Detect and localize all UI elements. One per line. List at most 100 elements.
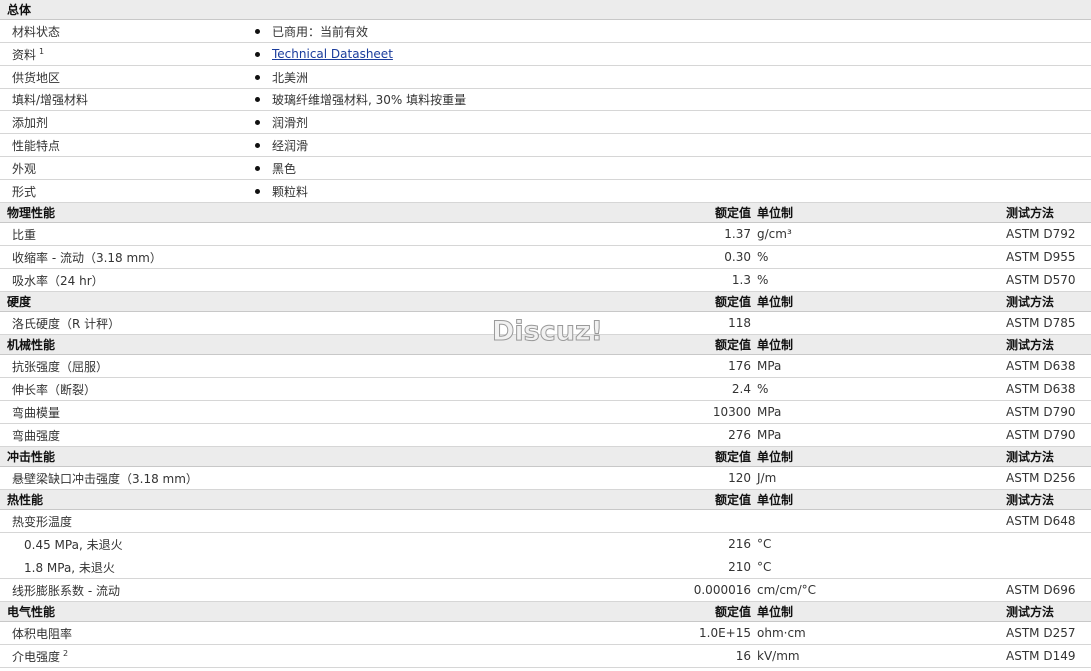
section-title: 物理性能 xyxy=(7,206,56,220)
row-value: 10300 xyxy=(712,405,751,419)
row-unit: % xyxy=(757,382,769,396)
nominal-column-header: 额定值 xyxy=(714,206,751,220)
row-label: 添加剂 xyxy=(12,115,49,130)
technical-datasheet-link[interactable]: Technical Datasheet xyxy=(272,47,393,61)
table-row: 资料 1 Technical Datasheet xyxy=(0,43,1091,66)
section-header-physical: 物理性能 额定值 单位制 测试方法 xyxy=(0,203,1091,223)
row-value: 1.0E+15 xyxy=(699,626,751,640)
row-value: 黑色 xyxy=(255,157,296,179)
row-label: 比重 xyxy=(12,227,37,242)
row-value: Technical Datasheet xyxy=(255,43,393,65)
row-label: 性能特点 xyxy=(12,138,61,153)
table-row: 添加剂 润滑剂 xyxy=(0,111,1091,134)
section-title: 总体 xyxy=(7,3,32,17)
table-row: 填料/增强材料 玻璃纤维增强材料, 30% 填料按重量 xyxy=(0,89,1091,111)
row-unit: MPa xyxy=(757,359,782,373)
row-method: ASTM D648 xyxy=(1006,514,1076,528)
footnote-marker: 2 xyxy=(63,648,69,658)
method-column-header: 测试方法 xyxy=(1006,206,1055,220)
section-header-impact: 冲击性能 额定值 单位制 测试方法 xyxy=(0,447,1091,467)
nominal-column-header: 额定值 xyxy=(714,450,751,464)
section-title: 硬度 xyxy=(7,295,32,309)
row-unit: °C xyxy=(757,560,772,574)
row-label: 形式 xyxy=(12,184,37,199)
row-value: 1.37 xyxy=(724,227,751,241)
row-unit: g/cm³ xyxy=(757,227,792,241)
table-row: 介电强度 2 16 kV/mm ASTM D149 xyxy=(0,645,1091,668)
row-method: ASTM D955 xyxy=(1006,250,1076,264)
row-value: 276 xyxy=(728,428,751,442)
row-label: 1.8 MPa, 未退火 xyxy=(24,560,115,575)
table-row: 0.45 MPa, 未退火 216 °C xyxy=(0,533,1091,556)
row-label: 资料 1 xyxy=(12,46,45,62)
section-title: 热性能 xyxy=(7,493,44,507)
row-label: 收缩率 - 流动（3.18 mm） xyxy=(12,250,162,265)
bullet-icon xyxy=(255,28,260,34)
row-method: ASTM D149 xyxy=(1006,649,1076,663)
row-unit: ohm·cm xyxy=(757,626,806,640)
unit-column-header: 单位制 xyxy=(757,206,794,220)
row-value: 216 xyxy=(728,537,751,551)
bullet-icon xyxy=(255,74,260,80)
table-row: 抗张强度（屈服） 176 MPa ASTM D638 xyxy=(0,355,1091,378)
row-method: ASTM D792 xyxy=(1006,227,1076,241)
unit-column-header: 单位制 xyxy=(757,493,794,507)
row-unit: J/m xyxy=(757,471,777,485)
table-row: 收缩率 - 流动（3.18 mm） 0.30 % ASTM D955 xyxy=(0,246,1091,269)
row-method: ASTM D785 xyxy=(1006,316,1076,330)
method-column-header: 测试方法 xyxy=(1006,493,1055,507)
table-row: 形式 颗粒料 xyxy=(0,180,1091,203)
table-row: 外观 黑色 xyxy=(0,157,1091,180)
row-method: ASTM D638 xyxy=(1006,382,1076,396)
row-label: 材料状态 xyxy=(12,24,61,39)
row-label: 弯曲强度 xyxy=(12,428,61,443)
row-label: 0.45 MPa, 未退火 xyxy=(24,537,123,552)
row-unit: MPa xyxy=(757,405,782,419)
row-label: 填料/增强材料 xyxy=(12,93,89,107)
table-row: 吸水率（24 hr） 1.3 % ASTM D570 xyxy=(0,269,1091,292)
row-value: 润滑剂 xyxy=(255,111,308,133)
unit-column-header: 单位制 xyxy=(757,338,794,352)
row-label: 吸水率（24 hr） xyxy=(12,273,104,288)
row-value: 176 xyxy=(728,359,751,373)
bullet-icon xyxy=(255,97,260,102)
row-value: 16 xyxy=(735,649,751,663)
row-label: 外观 xyxy=(12,161,37,176)
row-label: 体积电阻率 xyxy=(12,626,73,641)
method-column-header: 测试方法 xyxy=(1006,338,1055,352)
table-row: 材料状态 已商用：当前有效 xyxy=(0,20,1091,43)
row-value: 120 xyxy=(728,471,751,485)
row-unit: MPa xyxy=(757,428,782,442)
row-value: 210 xyxy=(728,560,751,574)
row-method: ASTM D570 xyxy=(1006,273,1076,287)
table-row: 线形膨胀系数 - 流动 0.000016 cm/cm/°C ASTM D696 xyxy=(0,579,1091,602)
table-row: 比重 1.37 g/cm³ ASTM D792 xyxy=(0,223,1091,246)
row-method: ASTM D790 xyxy=(1006,428,1076,442)
unit-column-header: 单位制 xyxy=(757,295,794,309)
row-method: ASTM D257 xyxy=(1006,626,1076,640)
row-unit: % xyxy=(757,250,769,264)
nominal-column-header: 额定值 xyxy=(714,605,751,619)
table-row: 性能特点 经润滑 xyxy=(0,134,1091,157)
row-label: 伸长率（断裂） xyxy=(12,382,97,397)
unit-column-header: 单位制 xyxy=(757,450,794,464)
table-row: 体积电阻率 1.0E+15 ohm·cm ASTM D257 xyxy=(0,622,1091,645)
section-header-general: 总体 xyxy=(0,0,1091,20)
row-label: 供货地区 xyxy=(12,70,61,85)
row-label: 介电强度 2 xyxy=(12,648,69,664)
row-value: 经润滑 xyxy=(255,134,308,156)
row-label: 线形膨胀系数 - 流动 xyxy=(12,583,120,598)
discuz-watermark: Discuz! xyxy=(492,316,604,348)
table-row: 弯曲强度 276 MPa ASTM D790 xyxy=(0,424,1091,447)
bullet-icon xyxy=(255,142,260,148)
table-row: 供货地区 北美洲 xyxy=(0,66,1091,89)
row-value: 2.4 xyxy=(731,382,751,396)
row-method: ASTM D696 xyxy=(1006,583,1076,597)
bullet-icon xyxy=(255,188,260,194)
row-unit: cm/cm/°C xyxy=(757,583,817,597)
nominal-column-header: 额定值 xyxy=(714,295,751,309)
row-method: ASTM D638 xyxy=(1006,359,1076,373)
row-method: ASTM D256 xyxy=(1006,471,1076,485)
row-value: 0.000016 xyxy=(693,583,751,597)
table-row: 弯曲模量 10300 MPa ASTM D790 xyxy=(0,401,1091,424)
